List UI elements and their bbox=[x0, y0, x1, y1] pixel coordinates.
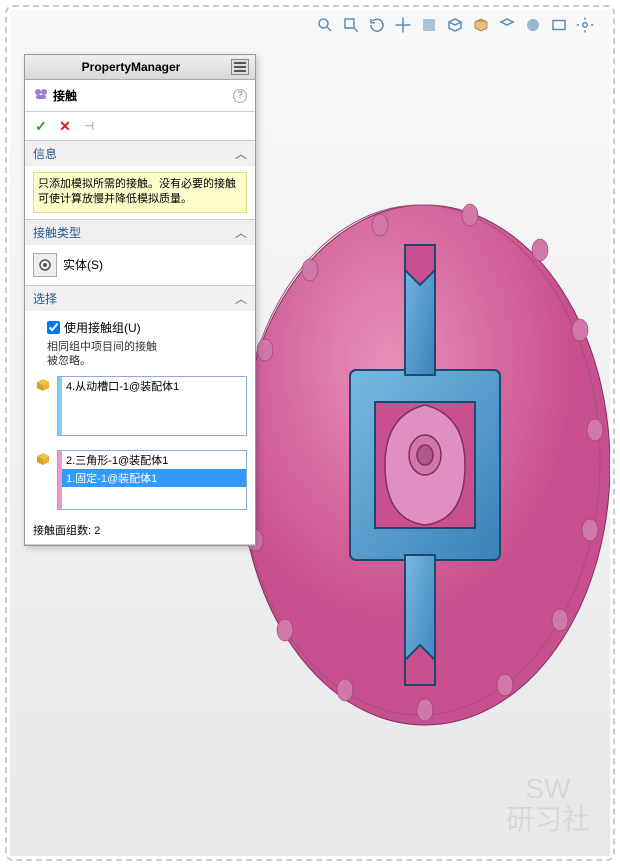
contact-group-count: 接触面组数: 2 bbox=[25, 516, 255, 544]
info-section-header[interactable]: 信息 ︿ bbox=[25, 141, 255, 166]
appearance-icon[interactable] bbox=[522, 14, 544, 36]
selection-subtext: 相同组中项目间的接触 被忽略。 bbox=[33, 338, 247, 371]
selection-section-header[interactable]: 选择 ︿ bbox=[25, 286, 255, 311]
scene-icon[interactable] bbox=[548, 14, 570, 36]
solid-type-label: 实体(S) bbox=[63, 256, 103, 273]
help-icon[interactable]: ? bbox=[233, 89, 247, 103]
list-item[interactable]: 4.从动槽口-1@装配体1 bbox=[58, 377, 246, 395]
list-item[interactable]: 1.固定-1@装配体1 bbox=[58, 469, 246, 487]
panel-header: PropertyManager bbox=[25, 55, 255, 80]
panel-title: PropertyManager bbox=[31, 60, 231, 74]
solid-type-icon[interactable] bbox=[33, 253, 57, 277]
pan-icon[interactable] bbox=[392, 14, 414, 36]
group2-icon bbox=[33, 450, 53, 510]
hide-show-icon[interactable] bbox=[496, 14, 518, 36]
cancel-icon[interactable]: ✕ bbox=[57, 118, 73, 134]
section-icon[interactable] bbox=[418, 14, 440, 36]
group1-icon bbox=[33, 376, 53, 436]
display-style-icon[interactable] bbox=[444, 14, 466, 36]
list-item[interactable]: 2.三角形-1@装配体1 bbox=[58, 451, 246, 469]
property-manager-panel: PropertyManager 接触 ? ✓ ✕ ⊣ 信息 ︿ 只添加模拟所需的… bbox=[24, 54, 256, 546]
chevron-up-icon: ︿ bbox=[235, 224, 247, 241]
settings-icon[interactable] bbox=[574, 14, 596, 36]
feature-label: 接触 bbox=[53, 87, 233, 104]
contact-feature-icon bbox=[33, 86, 49, 105]
rotate-icon[interactable] bbox=[366, 14, 388, 36]
selection-list-1[interactable]: 4.从动槽口-1@装配体1 bbox=[57, 376, 247, 436]
use-contact-group-checkbox[interactable] bbox=[47, 321, 60, 334]
zoom-fit-icon[interactable] bbox=[314, 14, 336, 36]
panel-options-icon[interactable] bbox=[231, 59, 249, 75]
chevron-up-icon: ︿ bbox=[235, 145, 247, 162]
pin-icon[interactable]: ⊣ bbox=[81, 118, 97, 134]
info-message: 只添加模拟所需的接触。没有必要的接触可使计算放慢并降低模拟质量。 bbox=[33, 172, 247, 213]
view-orient-icon[interactable] bbox=[470, 14, 492, 36]
use-contact-group-label: 使用接触组(U) bbox=[64, 319, 141, 336]
selection-list-2[interactable]: 2.三角形-1@装配体1 1.固定-1@装配体1 bbox=[57, 450, 247, 510]
chevron-up-icon: ︿ bbox=[235, 290, 247, 307]
watermark: SW 研习社 bbox=[506, 774, 590, 836]
contact-type-section-header[interactable]: 接触类型 ︿ bbox=[25, 220, 255, 245]
ok-icon[interactable]: ✓ bbox=[33, 118, 49, 134]
zoom-area-icon[interactable] bbox=[340, 14, 362, 36]
view-toolbar bbox=[310, 10, 600, 40]
